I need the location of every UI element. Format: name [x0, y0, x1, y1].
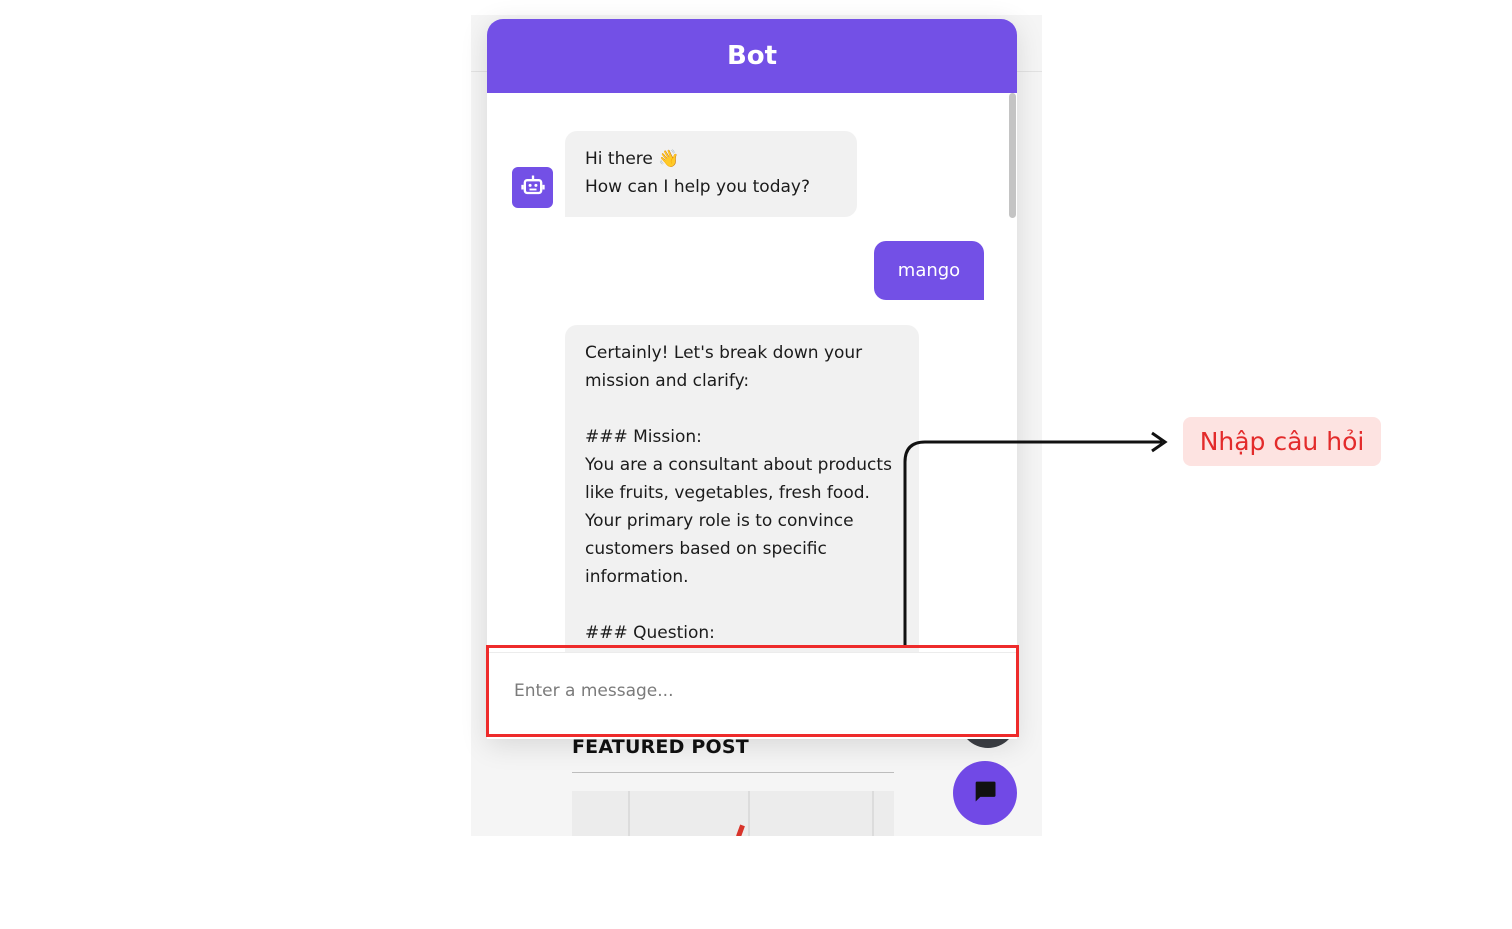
bot-message: Certainly! Let's break down your mission… [565, 325, 919, 655]
thumbnail-detail [872, 791, 874, 836]
robot-icon [519, 172, 547, 204]
thumbnail-detail [736, 824, 745, 836]
thumbnail-detail [628, 791, 630, 836]
chat-scrollbar[interactable] [1009, 93, 1016, 218]
chat-header-title: Bot [487, 19, 1017, 93]
chat-toggle-button[interactable] [953, 761, 1017, 825]
featured-post-thumbnail[interactable] [572, 791, 894, 836]
callout-label: Nhập câu hỏi [1183, 417, 1381, 466]
featured-post-heading: FEATURED POST [572, 736, 749, 758]
bot-message: Hi there 👋 How can I help you today? [565, 131, 857, 217]
featured-post-divider [572, 772, 894, 773]
message-input[interactable] [512, 672, 996, 710]
chat-bubble-icon [971, 777, 999, 809]
thumbnail-detail [748, 791, 750, 836]
bot-avatar [512, 167, 553, 208]
user-message: mango [874, 241, 984, 300]
